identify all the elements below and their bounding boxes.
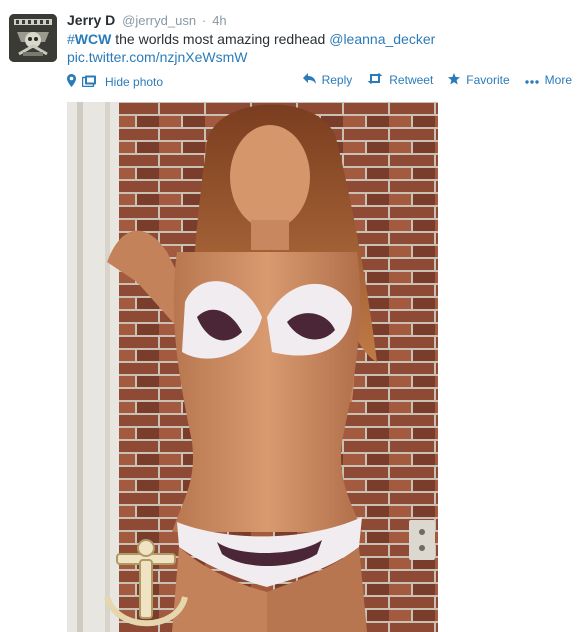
tweet-text: #WCW the worlds most amazing redhead @le… [67,30,577,66]
tweet-photo[interactable] [67,102,438,632]
reply-icon [302,73,316,87]
more-icon [524,73,539,87]
retweet-button[interactable]: Retweet [367,73,433,87]
favorite-button[interactable]: Favorite [448,72,510,88]
location-pin-icon[interactable] [67,74,76,90]
hashtag-link[interactable]: #WCW [67,31,111,47]
avatar[interactable] [9,14,57,62]
hashtag-symbol: # [67,31,75,47]
tweet-body-text: the worlds most amazing redhead [111,31,330,47]
tweet-timestamp[interactable]: 4h [212,13,226,28]
more-label: More [544,73,572,87]
tweet-header: Jerry D @jerryd_usn · 4h [67,12,227,30]
tweet-text-line: #WCW the worlds most amazing redhead @le… [67,30,577,48]
hide-photo-link[interactable]: Hide photo [105,75,163,89]
tweet-author-name[interactable]: Jerry D [67,12,115,28]
tweet: Jerry D @jerryd_usn · 4h #WCW the worlds… [0,0,586,632]
retweet-label: Retweet [389,73,434,87]
tweet-author-username[interactable]: @jerryd_usn [122,13,196,28]
retweet-icon [367,73,383,87]
hashtag-text: WCW [74,31,112,47]
photo-icon [81,75,97,90]
tweet-actions: Reply Retweet Favorite More [288,72,572,88]
pic-link[interactable]: pic.twitter.com/nzjnXeWsmW [67,48,577,66]
tweet-meta: Hide photo [67,74,163,90]
star-icon [448,72,461,88]
photo-image [67,102,438,632]
more-button[interactable]: More [524,73,572,87]
avatar-emblem-icon [9,14,57,62]
favorite-label: Favorite [466,73,510,87]
header-separator: · [201,13,207,28]
reply-button[interactable]: Reply [302,73,353,87]
mention-link[interactable]: @leanna_decker [329,31,435,47]
reply-label: Reply [321,73,353,87]
